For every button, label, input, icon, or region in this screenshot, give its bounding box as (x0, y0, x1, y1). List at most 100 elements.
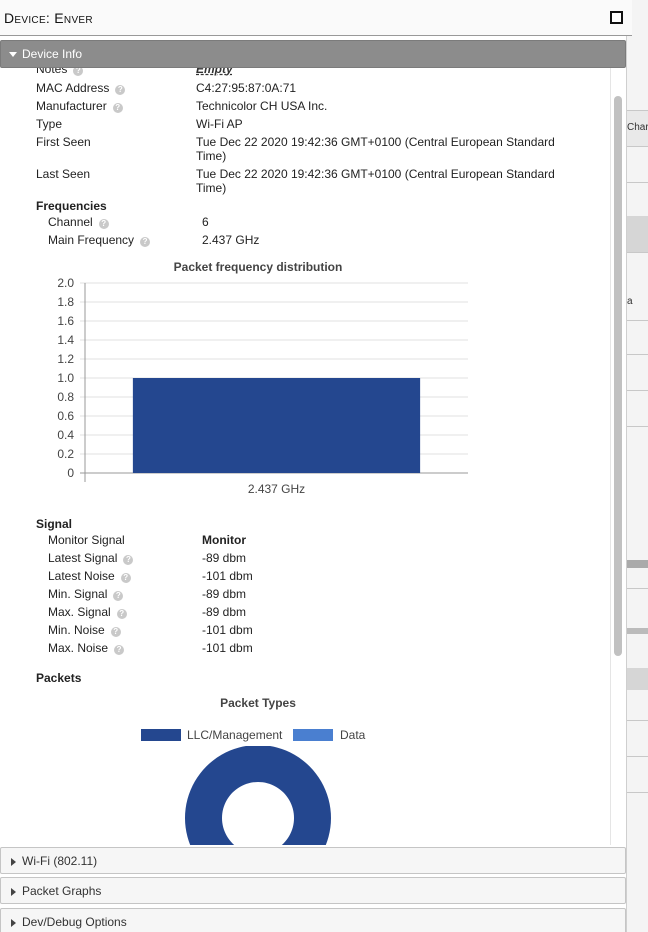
field-label: Channel (48, 215, 93, 229)
y-tick-label: 0.4 (57, 428, 74, 442)
field-value: -89 dbm (202, 551, 247, 565)
field-label: Monitor Signal (48, 533, 125, 547)
field-label: First Seen (36, 135, 91, 149)
bg-divider (627, 182, 648, 183)
field-value: -89 dbm (202, 605, 247, 619)
packets-heading: Packets (36, 671, 82, 685)
bg-divider (627, 320, 648, 321)
x-tick-label: 2.437 GHz (248, 482, 305, 496)
field-label: MAC Address (36, 81, 110, 95)
y-tick-label: 1.0 (57, 371, 74, 385)
y-tick-label: 0.8 (57, 390, 74, 404)
field-value: -101 dbm (202, 569, 253, 583)
window-title: Device: Enver (4, 10, 93, 26)
bg-gray-band (627, 668, 648, 690)
help-icon[interactable]: ? (116, 609, 127, 619)
device-info-panel: Notes? Empty MAC Address? C4:27:95:87:0A… (0, 68, 610, 845)
field-label: Max. Signal (48, 605, 111, 619)
field-label: Last Seen (36, 167, 91, 181)
bg-divider (627, 252, 648, 253)
field-label: Notes (36, 68, 68, 76)
field-label: Type (36, 117, 63, 131)
field-value: -101 dbm (202, 641, 253, 655)
help-icon[interactable]: ? (113, 591, 124, 601)
field-value: 2.437 GHz (202, 233, 260, 247)
field-value: -89 dbm (202, 587, 247, 601)
triangle-right-icon (11, 888, 16, 896)
bar-chart-title: Packet frequency distribution (173, 260, 343, 274)
bar (132, 378, 421, 473)
bg-gray-band (627, 216, 648, 252)
bg-divider (627, 146, 648, 147)
help-icon[interactable]: ? (110, 627, 121, 637)
background-app-strip: Char a (626, 0, 648, 932)
field-value: C4:27:95:87:0A:71 (196, 81, 297, 95)
legend-swatch-llc[interactable] (141, 729, 181, 741)
triangle-right-icon (11, 858, 16, 866)
help-icon[interactable]: ? (73, 68, 84, 76)
bg-divider (627, 588, 648, 589)
notes-value[interactable]: Empty (196, 68, 576, 76)
field-value: Tue Dec 22 2020 19:42:36 GMT+0100 (Centr… (196, 167, 555, 195)
accordion-device-info[interactable]: Device Info (0, 40, 626, 68)
field-value: Wi-Fi AP (196, 117, 243, 131)
y-tick-label: 0 (67, 466, 74, 480)
accordion-label: Packet Graphs (22, 884, 102, 898)
bg-divider (627, 426, 648, 427)
triangle-right-icon (11, 919, 16, 927)
bg-cell-label: a (627, 296, 633, 307)
y-tick-label: 0.2 (57, 447, 74, 461)
triangle-down-icon (9, 52, 17, 57)
legend-swatch-data[interactable] (293, 729, 333, 741)
accordion-label: Dev/Debug Options (22, 915, 127, 929)
field-value: -101 dbm (202, 623, 253, 637)
bg-divider (627, 720, 648, 721)
help-icon[interactable]: ? (120, 573, 131, 583)
help-icon[interactable]: ? (112, 103, 123, 113)
help-icon[interactable]: ? (114, 645, 125, 655)
accordion-packet-graphs[interactable]: Packet Graphs (0, 877, 626, 904)
maximize-icon[interactable] (610, 11, 623, 24)
help-icon[interactable]: ? (115, 85, 126, 95)
scrollbar-thumb[interactable] (614, 96, 622, 656)
y-tick-label: 1.4 (57, 333, 74, 347)
bg-divider (627, 792, 648, 793)
help-icon[interactable]: ? (140, 237, 151, 247)
bg-tab: Char (627, 110, 648, 146)
field-label: Manufacturer (36, 99, 107, 113)
signal-heading: Signal (36, 517, 73, 531)
pie-chart-title: Packet Types (220, 696, 296, 710)
accordion-label: Device Info (22, 47, 83, 61)
bg-divider (627, 354, 648, 355)
field-label: Min. Noise (48, 623, 105, 637)
bg-tab-label: Char (627, 122, 648, 133)
field-label: Latest Noise (48, 569, 115, 583)
field-label: Max. Noise (48, 641, 109, 655)
legend-label-llc[interactable]: LLC/Management (187, 728, 282, 742)
y-tick-label: 1.2 (57, 352, 74, 366)
legend-label-data[interactable]: Data (340, 728, 365, 742)
help-icon[interactable]: ? (98, 219, 109, 229)
packet-types-doughnut (185, 746, 331, 845)
accordion-label: Wi-Fi (802.11) (22, 854, 98, 868)
bg-gray-band (627, 560, 648, 568)
frequencies-heading: Frequencies (36, 199, 107, 213)
window-titlebar[interactable]: Device: Enver (0, 0, 632, 36)
bg-gray-band (627, 628, 648, 634)
doughnut-slice (185, 746, 331, 845)
bg-divider (627, 756, 648, 757)
field-label: Latest Signal (48, 551, 118, 565)
app-stage: Char a Device: Enver Device Info Notes? … (0, 0, 648, 932)
field-value: 6 (202, 215, 209, 229)
y-tick-label: 1.6 (57, 314, 74, 328)
field-label: Min. Signal (48, 587, 108, 601)
field-label: Main Frequency (48, 233, 135, 247)
help-icon[interactable]: ? (123, 555, 134, 565)
y-tick-label: 2.0 (57, 276, 74, 290)
y-tick-label: 1.8 (57, 295, 74, 309)
field-value: Tue Dec 22 2020 19:42:36 GMT+0100 (Centr… (196, 135, 555, 163)
field-value: Technicolor CH USA Inc. (196, 99, 328, 113)
accordion-dev-debug[interactable]: Dev/Debug Options (0, 908, 626, 932)
accordion-wifi[interactable]: Wi-Fi (802.11) (0, 847, 626, 874)
frequency-bar-chart: 2.0 1.8 1.6 1.4 1.2 1.0 0.8 0.6 0.4 0.2 0 2.437 GHz (57, 276, 468, 496)
